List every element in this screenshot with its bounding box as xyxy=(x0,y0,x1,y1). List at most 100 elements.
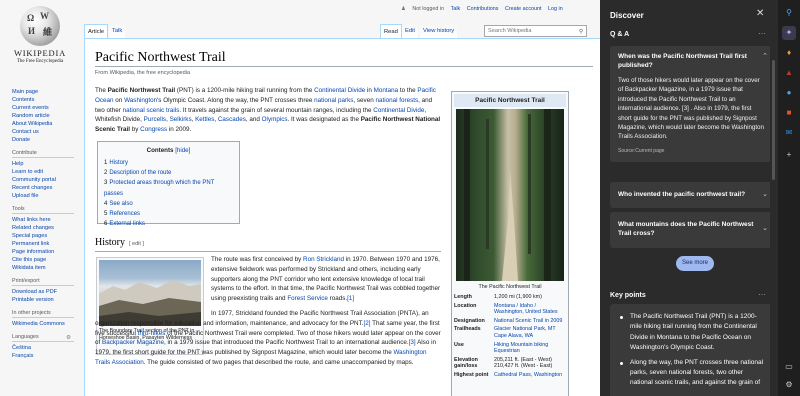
sidebar-link[interactable]: Permanent link xyxy=(12,240,82,248)
sidebar-link[interactable]: Upload file xyxy=(12,192,82,200)
toc-link[interactable]: See also xyxy=(109,201,132,207)
toc-entry[interactable]: 6 External links xyxy=(104,219,233,229)
tab-read[interactable]: Read xyxy=(380,24,402,38)
toc-entry[interactable]: 1 History xyxy=(104,158,233,168)
infobox-value[interactable]: Montana / Idaho / Washington, United Sta… xyxy=(494,303,566,316)
qa-question[interactable]: When was the Pacific Northwest Trail fir… xyxy=(610,46,774,76)
inline-link[interactable]: [2] xyxy=(363,320,370,327)
qa-card-collapsed[interactable]: Who invented the pacific northwest trail… xyxy=(610,182,774,208)
qa-card-collapsed[interactable]: What mountains does the Pacific Northwes… xyxy=(610,212,774,248)
infobox-value[interactable]: National Scenic Trail in 2009 xyxy=(494,318,566,325)
log-in-link[interactable]: Log in xyxy=(548,6,563,12)
inline-link[interactable]: Selkirks xyxy=(170,116,192,123)
sidebar-link[interactable]: Page information xyxy=(12,248,82,256)
tab-article[interactable]: Article xyxy=(84,24,109,38)
inline-link[interactable]: Association xyxy=(112,359,144,366)
qa-question[interactable]: What mountains does the Pacific Northwes… xyxy=(610,212,774,244)
create-account-link[interactable]: Create account xyxy=(505,6,542,12)
inline-link[interactable]: national parks xyxy=(314,97,353,104)
sidebar-link[interactable]: Help xyxy=(12,160,82,168)
tab-view-history[interactable]: View history xyxy=(420,24,458,38)
inline-link[interactable]: [1] xyxy=(347,295,354,302)
toc-link[interactable]: Description of the route xyxy=(109,170,171,176)
inline-link[interactable]: thru-hikes xyxy=(138,330,166,337)
layout-icon[interactable]: ▭ xyxy=(782,360,796,374)
close-icon[interactable]: ✕ xyxy=(756,8,764,19)
sidebar-link[interactable]: Wikidata item xyxy=(12,264,82,272)
tab-talk[interactable]: Talk xyxy=(109,24,126,38)
history-edit-link[interactable]: [ edit ] xyxy=(129,241,144,247)
discover-icon[interactable]: ✦ xyxy=(782,26,796,40)
sidebar-link[interactable]: Related changes xyxy=(12,224,82,232)
gear-icon[interactable]: ⚙ xyxy=(782,378,796,392)
tools-icon[interactable]: ▲ xyxy=(782,66,796,80)
inline-link[interactable]: Ron Strickland xyxy=(303,256,344,263)
qa-card-expanded[interactable]: When was the Pacific Northwest Trail fir… xyxy=(610,46,774,162)
shopping-icon[interactable]: ♦ xyxy=(782,46,796,60)
search-input[interactable]: Search Wikipedia ⚲ xyxy=(484,25,587,37)
chevron-up-icon[interactable]: ⌃ xyxy=(762,52,768,61)
sidebar-link[interactable]: Recent changes xyxy=(12,184,82,192)
toc-entry[interactable]: 4 See also xyxy=(104,199,233,209)
games-icon[interactable]: ● xyxy=(782,86,796,100)
outlook-icon[interactable]: ✉ xyxy=(782,126,796,140)
inline-link[interactable]: Purcells xyxy=(144,116,166,123)
toc-link[interactable]: History xyxy=(109,160,128,166)
sidebar-link[interactable]: Čeština xyxy=(12,344,82,352)
inline-link[interactable]: [3] xyxy=(409,339,416,346)
sidebar-link[interactable]: Learn to edit xyxy=(12,168,82,176)
chevron-down-icon[interactable]: ⌄ xyxy=(762,190,768,199)
sidebar-link[interactable]: Download as PDF xyxy=(12,288,82,296)
talk-link[interactable]: Talk xyxy=(451,6,461,12)
toc-link[interactable]: Protected areas through which the PNT pa… xyxy=(104,180,214,196)
discover-scrollbar[interactable] xyxy=(770,0,778,396)
inline-link[interactable]: Backpacker Magazine xyxy=(102,339,164,346)
inline-link[interactable]: Cascades xyxy=(218,116,246,123)
see-more-button[interactable]: See more xyxy=(676,256,714,271)
toc-link[interactable]: External links xyxy=(109,221,145,227)
tab-edit[interactable]: Edit xyxy=(402,24,418,38)
sidebar-link[interactable]: Contents xyxy=(12,96,82,104)
sidebar-link[interactable]: Cite this page xyxy=(12,256,82,264)
add-icon[interactable]: + xyxy=(782,148,796,162)
inline-link[interactable]: Forest Service xyxy=(287,295,328,302)
inline-link[interactable]: Kettles xyxy=(195,116,214,123)
qa-question[interactable]: Who invented the pacific northwest trail… xyxy=(610,182,774,205)
scrollbar-thumb[interactable] xyxy=(772,60,775,180)
more-options-icon[interactable]: ··· xyxy=(758,290,766,299)
sidebar-link[interactable]: Contact us xyxy=(12,128,82,136)
inline-link[interactable]: national xyxy=(375,97,397,104)
inline-link[interactable]: Montana xyxy=(374,87,399,94)
sidebar-link[interactable]: Main page xyxy=(12,88,82,96)
infobox-value[interactable]: Glacier National Park, MT Cape Alava, WA xyxy=(494,326,566,339)
inline-link[interactable]: Washington xyxy=(124,97,157,104)
toc-hide-link[interactable]: [hide] xyxy=(175,147,190,154)
contributions-link[interactable]: Contributions xyxy=(467,6,499,12)
search-icon[interactable]: ⚲ xyxy=(579,27,583,37)
sidebar-link[interactable]: Special pages xyxy=(12,232,82,240)
sidebar-link[interactable]: What links here xyxy=(12,216,82,224)
sidebar-link[interactable]: About Wikipedia xyxy=(12,120,82,128)
sidebar-link[interactable]: Random article xyxy=(12,112,82,120)
search-icon[interactable]: ⚲ xyxy=(782,6,796,20)
sidebar-link[interactable]: Donate xyxy=(12,136,82,144)
inline-link[interactable]: national scenic trails xyxy=(123,107,180,114)
inline-link[interactable]: Continental Divide xyxy=(314,87,365,94)
infobox-value[interactable]: Hiking Mountain biking Equestrian xyxy=(494,342,566,355)
sidebar-link[interactable]: Français xyxy=(12,352,82,360)
toc-entry[interactable]: 2 Description of the route xyxy=(104,168,233,178)
inline-link[interactable]: Congress xyxy=(140,126,167,133)
toc-entry[interactable]: 3 Protected areas through which the PNT p… xyxy=(104,178,233,198)
inline-link[interactable]: Continental Divide xyxy=(373,107,424,114)
sidebar-link[interactable]: Printable version xyxy=(12,296,82,304)
sidebar-link[interactable]: Current events xyxy=(12,104,82,112)
forest-trail-photo[interactable] xyxy=(456,109,564,281)
gear-icon[interactable]: ⚙ xyxy=(66,335,71,341)
inline-link[interactable]: Olympics xyxy=(262,116,288,123)
office-icon[interactable]: ■ xyxy=(782,106,796,120)
sidebar-link[interactable]: Community portal xyxy=(12,176,82,184)
toc-link[interactable]: References xyxy=(109,211,140,217)
more-options-icon[interactable]: ··· xyxy=(758,29,766,38)
inline-link[interactable]: forests xyxy=(399,97,418,104)
wikipedia-logo[interactable]: ΩWИ維 WIKIPEDIA The Free Encyclopedia xyxy=(8,6,72,64)
